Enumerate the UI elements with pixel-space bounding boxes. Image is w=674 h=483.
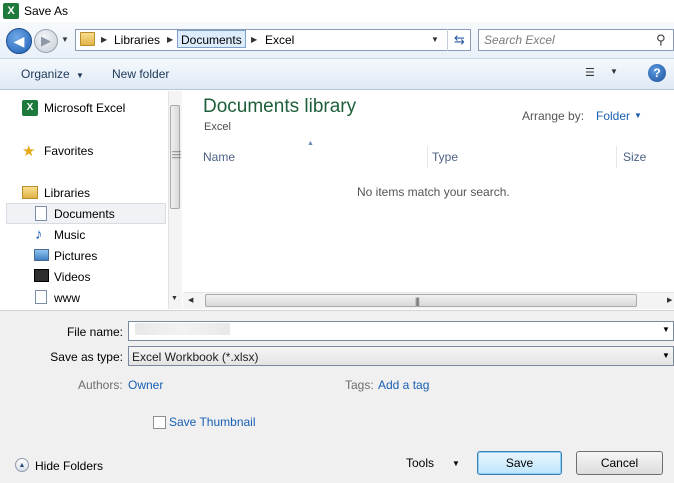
- sort-ascending-icon: ▲: [307, 140, 314, 147]
- chevron-down-icon: ▼: [76, 71, 84, 80]
- column-divider[interactable]: [616, 146, 617, 168]
- library-subtitle: Excel: [204, 121, 231, 133]
- arrange-by-dropdown[interactable]: Folder: [596, 109, 630, 123]
- breadcrumb-libraries[interactable]: Libraries: [111, 31, 163, 49]
- refresh-icon[interactable]: ⇆: [447, 29, 471, 51]
- horizontal-scrollbar-thumb[interactable]: [205, 294, 637, 307]
- grip-icon: — — —: [172, 146, 181, 162]
- videos-icon: [34, 269, 49, 282]
- chevron-down-icon[interactable]: ▼: [660, 351, 672, 360]
- save-type-label: Save as type:: [50, 350, 123, 364]
- tools-button[interactable]: Tools: [406, 456, 434, 470]
- authors-field[interactable]: Owner: [128, 378, 163, 392]
- nav-item-documents[interactable]: Documents: [54, 204, 115, 224]
- view-options-icon[interactable]: ☰: [585, 66, 601, 80]
- organize-label: Organize: [21, 67, 70, 81]
- library-icon: [22, 186, 38, 199]
- nav-item-pictures[interactable]: Pictures: [54, 246, 97, 266]
- star-icon: ★: [22, 143, 36, 160]
- column-header-size[interactable]: Size: [623, 146, 646, 168]
- cancel-button[interactable]: Cancel: [576, 451, 663, 475]
- column-header-name[interactable]: Name: [203, 146, 235, 168]
- save-thumbnail-checkbox[interactable]: [153, 416, 166, 429]
- hide-folders-button[interactable]: Hide Folders: [35, 459, 103, 473]
- document-icon: [35, 290, 47, 304]
- help-icon[interactable]: ?: [648, 64, 666, 82]
- scroll-down-icon[interactable]: ▼: [171, 295, 178, 302]
- documents-icon: [35, 206, 47, 221]
- back-arrow-icon[interactable]: ◀: [6, 28, 32, 54]
- chevron-right-icon[interactable]: ▶: [101, 31, 107, 49]
- scroll-right-icon[interactable]: ▶: [667, 296, 672, 304]
- chevron-down-icon[interactable]: ▼: [660, 325, 672, 334]
- excel-icon: X: [22, 100, 38, 116]
- tags-label: Tags:: [345, 378, 374, 392]
- music-icon: ♪: [35, 226, 43, 243]
- organize-button[interactable]: Organize ▼: [21, 66, 84, 82]
- nav-item-www[interactable]: www: [54, 288, 80, 308]
- excel-icon: X: [3, 3, 19, 19]
- history-dropdown-icon[interactable]: ▼: [61, 35, 71, 45]
- search-icon[interactable]: ⚲: [656, 32, 672, 48]
- chevron-down-icon[interactable]: ▼: [428, 32, 442, 48]
- authors-label: Authors:: [78, 378, 123, 392]
- grip-icon: |||: [415, 296, 420, 306]
- scroll-left-icon[interactable]: ◀: [188, 296, 193, 304]
- save-type-value: Excel Workbook (*.xlsx): [132, 350, 259, 364]
- title-bar: [0, 0, 674, 22]
- forward-arrow-icon[interactable]: ▶: [34, 29, 58, 53]
- chevron-up-icon[interactable]: ▲: [15, 458, 29, 472]
- redacted-filename: [135, 323, 230, 335]
- empty-message: No items match your search.: [357, 185, 510, 199]
- chevron-right-icon[interactable]: ▶: [167, 31, 173, 49]
- nav-item-microsoft-excel[interactable]: Microsoft Excel: [44, 98, 125, 118]
- column-header-type[interactable]: Type: [432, 146, 458, 168]
- file-list-pane: [183, 91, 674, 309]
- pictures-icon: [34, 249, 49, 261]
- nav-item-favorites[interactable]: Favorites: [44, 141, 93, 161]
- tags-field[interactable]: Add a tag: [378, 378, 429, 392]
- window-title: Save As: [24, 4, 69, 18]
- file-name-label: File name:: [66, 325, 123, 339]
- search-input[interactable]: [480, 30, 650, 50]
- column-divider[interactable]: [427, 146, 428, 168]
- arrange-by-label: Arrange by:: [522, 109, 585, 123]
- breadcrumb-excel[interactable]: Excel: [262, 31, 297, 49]
- chevron-down-icon[interactable]: ▼: [610, 67, 618, 76]
- command-bar: [0, 58, 674, 90]
- nav-item-music[interactable]: Music: [54, 225, 85, 245]
- breadcrumb-documents[interactable]: Documents: [177, 30, 246, 48]
- chevron-right-icon[interactable]: ▶: [251, 31, 257, 49]
- chevron-down-icon[interactable]: ▼: [634, 111, 642, 120]
- save-thumbnail-label[interactable]: Save Thumbnail: [169, 415, 256, 429]
- new-folder-button[interactable]: New folder: [112, 66, 169, 82]
- nav-item-libraries[interactable]: Libraries: [44, 183, 90, 203]
- library-title: Documents library: [203, 96, 357, 117]
- save-button[interactable]: Save: [477, 451, 562, 475]
- chevron-down-icon[interactable]: ▼: [452, 459, 460, 468]
- nav-item-videos[interactable]: Videos: [54, 267, 90, 287]
- folder-icon: [80, 32, 95, 46]
